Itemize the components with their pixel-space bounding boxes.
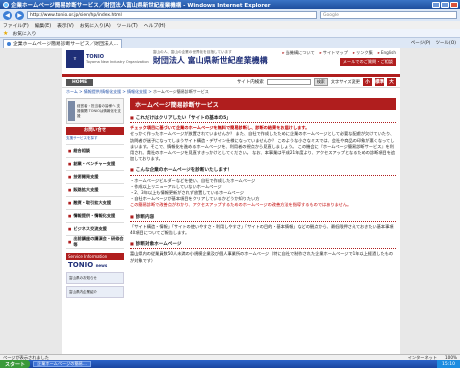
taskbar: スタート 企業ホームページの簡易... 15:10: [0, 360, 460, 368]
logo-subtext: Toyama New Industry Organization: [86, 60, 149, 64]
favorites-bar: ★ お気に入り: [0, 29, 460, 38]
menu-tools[interactable]: ツール(T): [117, 22, 138, 29]
minimize-button[interactable]: [432, 1, 440, 8]
site-toolbar: HOME サイト内検索 検索 文字サイズ変更 小 標準 大: [62, 77, 400, 88]
sidebar: 経営者・担当者の皆様へ 支援機関 TONIOは情報化を支援 お問い合せ 支援サー…: [66, 98, 124, 300]
breadcrumb: ホーム > 情報提供/情報化支援 > 情報化支援 > ホームページ簡易診断サービ…: [66, 89, 209, 94]
site-search-label: サイト内検索: [236, 80, 264, 85]
menu-view[interactable]: 表示(V): [57, 22, 74, 29]
menu-bar: ファイル(F) 編集(E) 表示(V) お気に入り(A) ツール(T) ヘルプ(…: [0, 21, 460, 29]
util-link-about[interactable]: 当機構について: [282, 50, 314, 56]
tab-row: 企業ホームページ簡易診断サービス／財団法人… ページ(P) ツール(O): [0, 38, 460, 48]
sidebar-item-market[interactable]: 販路拡大支援: [66, 184, 124, 197]
sidebar-item-consult[interactable]: 総合相談: [66, 145, 124, 158]
org-name: 財団法人 富山県新世紀産業機構: [152, 56, 268, 65]
star-icon[interactable]: ★: [3, 30, 8, 37]
browser-viewport: T TONIO Toyama New Industry Organization…: [0, 48, 460, 354]
font-size-label: 文字サイズ変更: [330, 79, 360, 84]
menu-favorites[interactable]: お気に入り(A): [80, 22, 111, 29]
util-link-english[interactable]: English: [378, 50, 396, 56]
service-info-header: Service Information: [66, 253, 124, 260]
sidebar-item-exchange[interactable]: ビジネス交流支援: [66, 223, 124, 236]
target-note: この簡易診断で改善点がわかり、アクセスアップするためのホームページの改善方法を指…: [130, 202, 352, 208]
browser-search-input[interactable]: Google: [320, 11, 457, 19]
address-bar-row: ◀ ▶ http://www.tonio.or.jp/sien/hp/index…: [0, 9, 460, 21]
util-link-links[interactable]: リンク集: [353, 50, 373, 56]
address-input[interactable]: http://www.tonio.or.jp/sien/hp/index.htm…: [27, 11, 317, 19]
section-scope-heading: 診断対象ホームページ: [130, 241, 396, 250]
site-search-button[interactable]: 検索: [313, 78, 328, 86]
tools-menu[interactable]: ツール(O): [435, 40, 456, 46]
service-info: Service Information TONIO news 富山県のお知らせ …: [66, 253, 124, 298]
contact-button[interactable]: お問い合せ: [66, 127, 124, 135]
window-titlebar: 企業ホームページ簡易診断サービス／財団法人富山県新世紀産業機構 - Window…: [0, 0, 460, 9]
ie-icon: [3, 1, 9, 8]
font-small-button[interactable]: 小: [363, 78, 372, 86]
section-content-heading: 診断内容: [130, 214, 396, 222]
main-content: ホームページ簡易診断サービス これだけはクリアしたい「サイトの基本の5」 チェッ…: [130, 98, 396, 264]
mail-contact-button[interactable]: メールでのご質問・ご相談: [339, 58, 396, 66]
util-link-sitemap[interactable]: サイトマップ: [320, 50, 348, 56]
sidebar-feature-text: 経営者・担当者の皆様へ 支援機関 TONIOは情報化を支援: [76, 103, 121, 118]
section-content-body: 「サイト構造・情報」「サイトの使いやすさ・利用しやすさ」「サイトの目的・基本情報…: [130, 223, 394, 236]
back-button[interactable]: ◀: [3, 10, 12, 20]
site-logo[interactable]: T TONIO Toyama New Industry Organization: [66, 50, 149, 68]
site-header: T TONIO Toyama New Industry Organization…: [62, 48, 400, 74]
start-button[interactable]: スタート: [0, 360, 31, 368]
home-button[interactable]: HOME: [66, 78, 94, 86]
menu-help[interactable]: ヘルプ(H): [144, 22, 166, 29]
menu-edit[interactable]: 編集(E): [35, 22, 51, 29]
site-search-input[interactable]: [266, 79, 311, 85]
sidebar-item-info[interactable]: 情報提供・情報化支援: [66, 210, 124, 223]
breadcrumb-current: ホームページ簡易診断サービス: [152, 89, 209, 94]
taskbar-ie-task[interactable]: 企業ホームページの簡易...: [33, 361, 91, 367]
person-image: [68, 101, 75, 121]
breadcrumb-info[interactable]: 情報提供/情報化支援: [84, 89, 121, 94]
sidebar-item-finance[interactable]: 融資・取引拡大支援: [66, 197, 124, 210]
sidebar-item-tech[interactable]: 技術開発支援: [66, 171, 124, 184]
font-normal-button[interactable]: 標準: [375, 78, 384, 86]
logo-mark: T: [66, 50, 84, 68]
close-button[interactable]: [450, 1, 458, 8]
find-service-link[interactable]: 支援サービスを探す: [66, 136, 124, 141]
web-page: T TONIO Toyama New Industry Organization…: [62, 48, 400, 354]
sidebar-item-startup[interactable]: 創業・ベンチャー支援: [66, 158, 124, 171]
section-target-heading: こんな企業のホームページを診断いたします！: [130, 167, 396, 176]
page-menu[interactable]: ページ(P): [411, 40, 431, 46]
forward-button[interactable]: ▶: [15, 10, 24, 20]
page-icon: [7, 41, 11, 46]
tab-label: 企業ホームページ簡易診断サービス／財団法人…: [13, 42, 119, 47]
menu-file[interactable]: ファイル(F): [3, 22, 29, 29]
tonio-news-logo[interactable]: TONIO news: [66, 260, 124, 270]
window-title: 企業ホームページ簡易診断サービス／財団法人富山県新世紀産業機構 - Window…: [11, 2, 271, 9]
sidebar-nav: 総合相談 創業・ベンチャー支援 技術開発支援 販路拡大支援 融資・取引拡大支援 …: [66, 144, 124, 249]
sidebar-item-seminar[interactable]: 出前講座の講演会・研修会等: [66, 236, 124, 249]
clock: 15:10: [437, 360, 460, 368]
page-title: ホームページ簡易診断サービス: [130, 98, 396, 110]
maximize-button[interactable]: [441, 1, 449, 8]
section-scope-body: 富山県内の従業員数50人未満の小規模企業及び個人事業所のホームページ（特に自社で…: [130, 251, 394, 263]
breadcrumb-home[interactable]: ホーム: [66, 89, 78, 94]
banner-companies[interactable]: 富山県内企業紹介: [66, 286, 124, 298]
breadcrumb-support[interactable]: 情報化支援: [127, 89, 147, 94]
browser-tab[interactable]: 企業ホームページ簡易診断サービス／財団法人…: [3, 38, 123, 48]
favorites-label[interactable]: お気に入り: [12, 30, 36, 37]
section-basics-heading: これだけはクリアしたい「サイトの基本の5」: [130, 115, 396, 124]
section-basics-body: せっかく作ったホームページが放置されていませんか？ また、自社で作成したために企…: [130, 131, 396, 162]
sidebar-feature[interactable]: 経営者・担当者の皆様へ 支援機関 TONIOは情報化を支援: [66, 98, 124, 124]
banner-toyama[interactable]: 富山県のお知らせ: [66, 272, 124, 284]
font-large-button[interactable]: 大: [387, 78, 396, 86]
